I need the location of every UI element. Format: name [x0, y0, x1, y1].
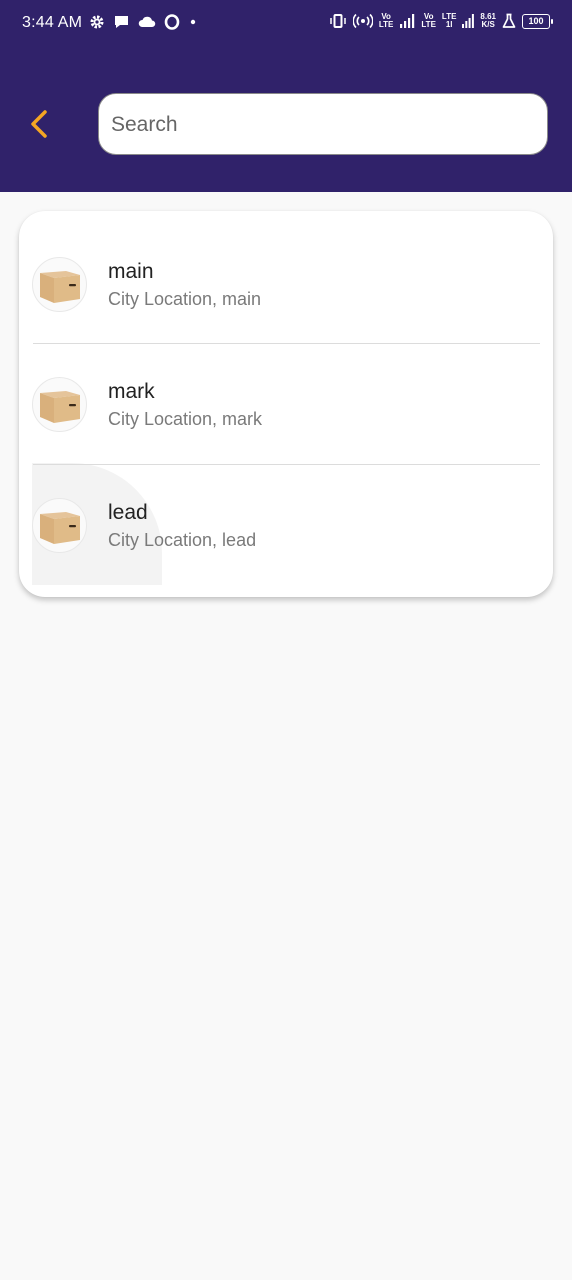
avatar: [32, 257, 87, 312]
item-subtitle: City Location, main: [108, 289, 262, 309]
box-icon: [39, 390, 80, 423]
cloud-icon: [138, 16, 156, 27]
vibrate-icon: [330, 14, 346, 28]
settings-icon: [90, 15, 104, 29]
item-subtitle: City Location, lead: [108, 530, 257, 550]
chat-bubble-icon: [115, 16, 128, 28]
status-time: 3:44 AM: [22, 14, 83, 31]
item-title: main: [108, 260, 154, 283]
status-bar: 3:44 AM Vo LTE Vo LTE LTE 1l 8.61 K/S 10…: [0, 0, 572, 48]
item-title: lead: [108, 501, 148, 524]
back-button[interactable]: [20, 104, 60, 144]
item-title: mark: [108, 380, 155, 403]
status-right-icons: Vo LTE Vo LTE LTE 1l 8.61 K/S 100: [329, 12, 553, 29]
status-left-icons: [89, 14, 198, 30]
list-item[interactable]: main City Location, main: [19, 211, 553, 331]
signal-2-icon: [462, 14, 475, 28]
volte-1-indicator: Vo LTE: [378, 12, 394, 29]
flask-icon: [502, 13, 516, 28]
search-input[interactable]: [109, 94, 541, 155]
opera-icon: [164, 14, 180, 30]
dot-icon: [190, 19, 196, 25]
list-item[interactable]: mark City Location, mark: [19, 331, 553, 451]
avatar: [32, 377, 87, 432]
signal-1-icon: [400, 14, 415, 28]
list-item[interactable]: lead City Location, lead: [19, 452, 553, 572]
chevron-left-icon: [31, 110, 47, 138]
battery-indicator: 100: [522, 13, 553, 29]
app-bar: 3:44 AM Vo LTE Vo LTE LTE 1l 8.61 K/S 10…: [0, 0, 572, 192]
lte-indicator: LTE 1l: [441, 12, 457, 29]
location-list-card: main City Location, main mark City Locat…: [19, 211, 553, 597]
avatar: [32, 498, 87, 553]
net-speed: 8.61 K/S: [480, 12, 496, 29]
hotspot-icon: [352, 13, 373, 29]
item-subtitle: City Location, mark: [108, 409, 263, 429]
volte-2-indicator: Vo LTE: [421, 12, 436, 29]
box-icon: [39, 270, 80, 303]
box-icon: [39, 511, 80, 544]
search-box[interactable]: [98, 93, 548, 155]
